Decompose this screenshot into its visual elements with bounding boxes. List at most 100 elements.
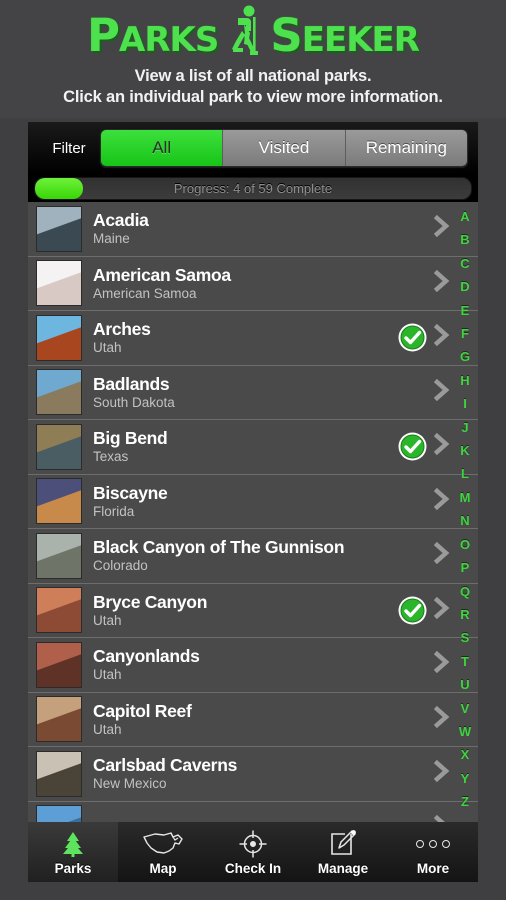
tab-parks-label: Parks xyxy=(54,860,92,876)
park-thumbnail xyxy=(36,314,82,361)
park-state: American Samoa xyxy=(93,285,197,301)
tab-more[interactable]: More xyxy=(388,822,478,882)
table-row[interactable] xyxy=(28,801,478,822)
alphabet-index-letter[interactable]: Y xyxy=(461,767,470,790)
park-name: Carlsbad Caverns xyxy=(93,755,238,776)
filter-option-remaining[interactable]: Remaining xyxy=(345,130,467,166)
park-name: Acadia xyxy=(93,210,149,231)
park-thumbnail xyxy=(36,369,82,416)
park-name: Arches xyxy=(93,319,151,340)
tab-more-label: More xyxy=(416,860,450,876)
alphabet-index-letter[interactable]: D xyxy=(460,275,469,298)
table-row[interactable]: Carlsbad Caverns New Mexico xyxy=(28,747,478,802)
table-row[interactable]: Big Bend Texas xyxy=(28,420,478,475)
alphabet-index-letter[interactable]: G xyxy=(460,345,470,368)
alphabet-index-letter[interactable]: Z xyxy=(461,790,469,813)
progress-track: Progress: 4 of 59 Complete xyxy=(34,176,472,200)
header-subtitle: View a list of all national parks. Click… xyxy=(0,66,506,108)
park-row-text: Badlands South Dakota xyxy=(82,374,397,411)
alphabet-index-letter[interactable]: J xyxy=(461,416,468,439)
table-row[interactable]: Biscayne Florida xyxy=(28,474,478,529)
park-row-text: Arches Utah xyxy=(82,319,397,356)
hiker-icon xyxy=(224,4,264,61)
alphabet-index-letter[interactable]: S xyxy=(461,626,470,649)
table-row[interactable]: Badlands South Dakota xyxy=(28,365,478,420)
alphabet-index-letter[interactable]: T xyxy=(461,650,469,673)
progress-bar-container: Progress: 4 of 59 Complete xyxy=(28,174,478,202)
park-state: Utah xyxy=(93,721,122,737)
alphabet-index-letter[interactable]: M xyxy=(460,486,471,509)
table-row[interactable]: Bryce Canyon Utah xyxy=(28,583,478,638)
edit-pencil-icon xyxy=(328,829,358,859)
park-row-text: Carlsbad Caverns New Mexico xyxy=(82,755,397,792)
alphabet-index-letter[interactable]: L xyxy=(461,462,469,485)
park-name: Badlands xyxy=(93,373,170,394)
filter-bar: Filter All Visited Remaining xyxy=(28,122,478,174)
alphabet-index-letter[interactable]: K xyxy=(460,439,469,462)
park-thumbnail xyxy=(36,205,82,252)
logo-word-parks: PARKS xyxy=(87,8,219,62)
park-row-text: American Samoa American Samoa xyxy=(82,265,397,302)
alphabet-index-letter[interactable]: N xyxy=(460,509,469,532)
filter-option-visited[interactable]: Visited xyxy=(223,130,346,166)
alphabet-index-letter[interactable]: I xyxy=(463,392,467,415)
alphabet-index-letter[interactable]: B xyxy=(460,228,469,251)
alphabet-index-letter[interactable]: W xyxy=(459,720,471,743)
check-circle-icon xyxy=(397,595,428,626)
alphabet-index[interactable]: ABCDEFGHIJKLMNOPQRSTUVWXYZ xyxy=(452,202,478,822)
alphabet-index-letter[interactable]: F xyxy=(461,322,469,345)
tab-manage[interactable]: Manage xyxy=(298,822,388,882)
park-row-text: Biscayne Florida xyxy=(82,483,397,520)
park-state: Maine xyxy=(93,231,130,247)
tab-map-label: Map xyxy=(149,860,177,876)
park-state: South Dakota xyxy=(93,394,175,410)
park-thumbnail xyxy=(36,641,82,688)
alphabet-index-letter[interactable]: Q xyxy=(460,580,470,603)
park-row-text: Canyonlands Utah xyxy=(82,646,397,683)
progress-fill xyxy=(35,177,83,199)
table-row[interactable]: Arches Utah xyxy=(28,311,478,366)
tree-icon xyxy=(59,829,87,859)
table-row[interactable]: American Samoa American Samoa xyxy=(28,256,478,311)
tab-parks[interactable]: Parks xyxy=(28,822,118,882)
alphabet-index-letter[interactable]: X xyxy=(461,743,470,766)
tab-map[interactable]: Map xyxy=(118,822,208,882)
park-row-text: Capitol Reef Utah xyxy=(82,701,397,738)
parks-list[interactable]: Acadia Maine American Samoa American Samoa A… xyxy=(28,202,478,822)
alphabet-index-letter[interactable]: U xyxy=(460,673,469,696)
park-name: American Samoa xyxy=(93,264,231,285)
filter-option-all[interactable]: All xyxy=(101,130,224,166)
alphabet-index-letter[interactable]: P xyxy=(461,556,470,579)
subtitle-line-2: Click an individual park to view more in… xyxy=(63,88,443,106)
alphabet-index-letter[interactable]: C xyxy=(460,252,469,275)
park-row-text: Black Canyon of The Gunnison Colorado xyxy=(82,537,397,574)
us-map-icon xyxy=(142,829,184,859)
alphabet-index-letter[interactable]: E xyxy=(461,299,470,322)
parks-list-rows: Acadia Maine American Samoa American Samoa A… xyxy=(28,202,478,822)
tab-manage-label: Manage xyxy=(317,860,369,876)
app-header: PARKS SEEKER View a list of all national… xyxy=(0,0,506,118)
alphabet-index-letter[interactable]: R xyxy=(460,603,469,626)
table-row[interactable]: Capitol Reef Utah xyxy=(28,692,478,747)
logo-word-seeker: SEEKER xyxy=(270,8,420,62)
park-name: Biscayne xyxy=(93,482,168,503)
alphabet-index-letter[interactable]: O xyxy=(460,533,470,556)
park-thumbnail xyxy=(36,696,82,743)
table-row[interactable]: Canyonlands Utah xyxy=(28,638,478,693)
alphabet-index-letter[interactable]: V xyxy=(461,697,470,720)
park-thumbnail xyxy=(36,532,82,579)
table-row[interactable]: Black Canyon of The Gunnison Colorado xyxy=(28,529,478,584)
park-thumbnail xyxy=(36,750,82,797)
filter-segmented-control[interactable]: All Visited Remaining xyxy=(100,129,468,167)
subtitle-line-1: View a list of all national parks. xyxy=(134,67,372,85)
alphabet-index-letter[interactable]: H xyxy=(460,369,469,392)
alphabet-index-letter[interactable]: A xyxy=(460,205,469,228)
app-screen: PARKS SEEKER View a list of all national… xyxy=(0,0,506,900)
park-state: Texas xyxy=(93,449,129,465)
filter-label: Filter xyxy=(52,139,86,157)
table-row[interactable]: Acadia Maine xyxy=(28,202,478,257)
park-thumbnail xyxy=(36,260,82,307)
tab-check-in[interactable]: Check In xyxy=(208,822,298,882)
park-row-text: Bryce Canyon Utah xyxy=(82,592,397,629)
check-circle-icon xyxy=(397,431,428,462)
